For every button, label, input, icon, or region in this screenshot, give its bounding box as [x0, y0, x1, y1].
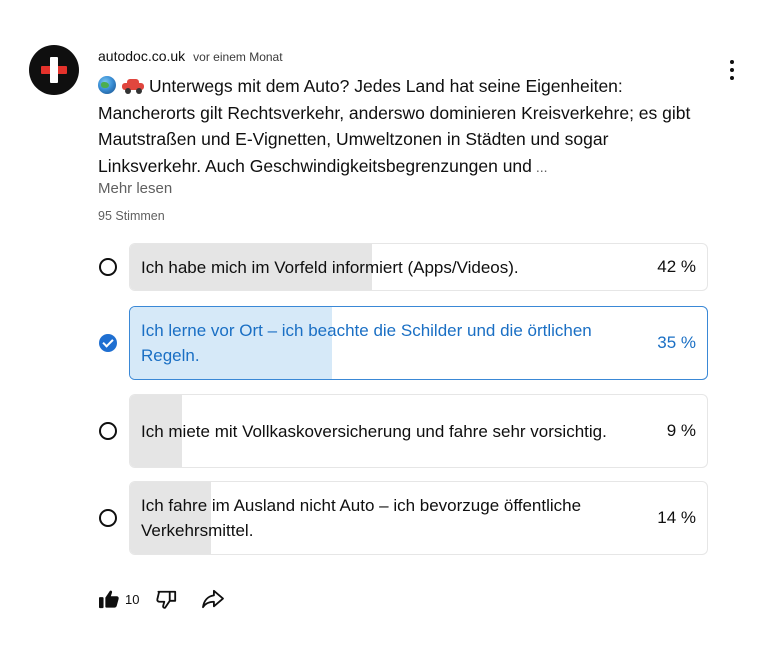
poll-radio-icon[interactable]	[99, 258, 117, 276]
post-header: autodoc.co.uk vor einem Monat	[98, 48, 283, 66]
poll-radio-icon[interactable]	[99, 509, 117, 527]
poll-radio-checked-icon[interactable]	[99, 334, 117, 352]
poll-option[interactable]: Ich fahre im Ausland nicht Auto – ich be…	[129, 481, 708, 555]
more-options-icon[interactable]	[722, 58, 742, 82]
poll-option-percent: 35 %	[657, 333, 696, 352]
thumbs-down-icon[interactable]	[153, 585, 181, 613]
thumbs-up-icon[interactable]	[95, 585, 123, 613]
globe-emoji	[98, 76, 116, 94]
poll-option[interactable]: Ich habe mich im Vorfeld informiert (App…	[129, 243, 708, 291]
poll-option[interactable]: Ich miete mit Vollkaskoversicherung und …	[129, 394, 708, 468]
poll-option-label: Ich habe mich im Vorfeld informiert (App…	[141, 257, 519, 277]
post-time[interactable]: vor einem Monat	[193, 50, 282, 64]
poll-radio-icon[interactable]	[99, 422, 117, 440]
share-icon[interactable]	[199, 585, 227, 613]
poll-option-percent: 9 %	[666, 421, 696, 440]
like-count: 10	[125, 591, 140, 607]
poll-option-label: Ich miete mit Vollkaskoversicherung und …	[141, 421, 607, 441]
read-more-link[interactable]: Mehr lesen	[98, 180, 172, 197]
poll-option-percent: 14 %	[657, 508, 696, 527]
action-bar: 10	[95, 584, 227, 614]
community-post: autodoc.co.uk vor einem Monat Unterwegs …	[0, 0, 768, 650]
poll-option-label: Ich fahre im Ausland nicht Auto – ich be…	[141, 496, 582, 540]
post-text: Unterwegs mit dem Auto? Jedes Land hat s…	[98, 76, 691, 176]
poll-option-percent: 42 %	[657, 257, 696, 276]
car-emoji	[122, 79, 144, 94]
logo-plus-center	[50, 66, 58, 74]
poll-option-label: Ich lerne vor Ort – ich beachte die Schi…	[141, 321, 592, 365]
channel-name[interactable]: autodoc.co.uk	[98, 48, 185, 64]
post-text-container: Unterwegs mit dem Auto? Jedes Land hat s…	[98, 73, 710, 180]
channel-avatar[interactable]	[29, 45, 79, 95]
poll-vote-count: 95 Stimmen	[98, 209, 165, 223]
post-text-ellipsis: ...	[535, 158, 548, 175]
poll-option[interactable]: Ich lerne vor Ort – ich beachte die Schi…	[129, 306, 708, 380]
